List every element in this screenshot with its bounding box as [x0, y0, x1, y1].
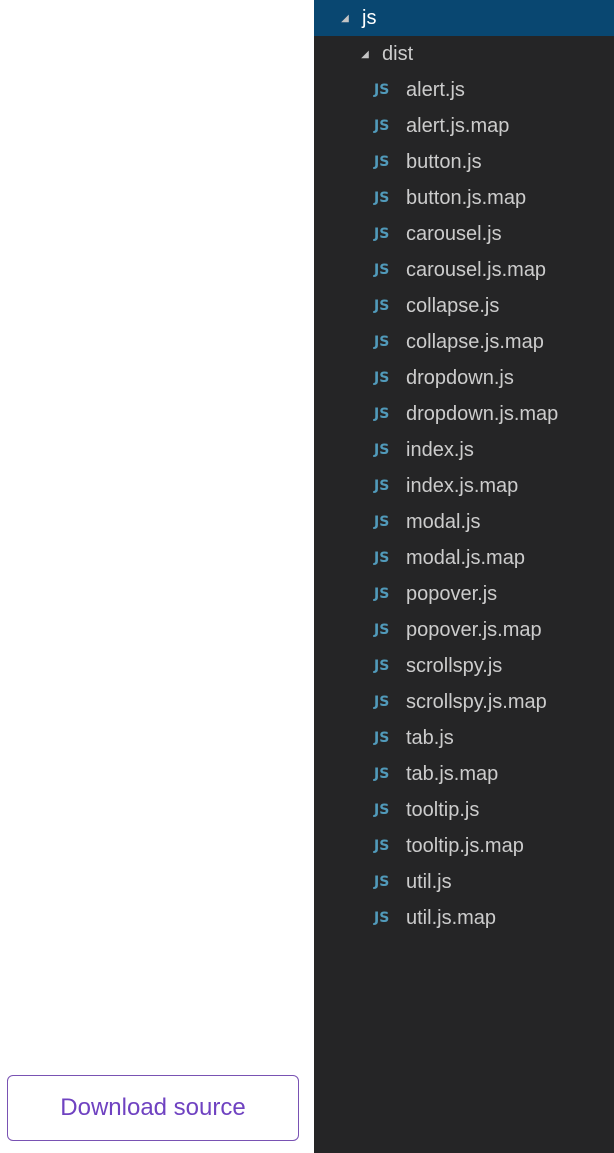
js-file-icon: JS: [374, 514, 390, 530]
js-file-icon: JS: [374, 262, 390, 278]
tree-file-item[interactable]: JS scrollspy.js: [314, 648, 614, 684]
js-file-icon: JS: [374, 586, 390, 602]
tree-file-item[interactable]: JS collapse.js.map: [314, 324, 614, 360]
triangle-down-icon: ◢: [341, 12, 349, 24]
js-file-icon: JS: [374, 406, 390, 422]
tree-file-item[interactable]: JS button.js.map: [314, 180, 614, 216]
js-file-icon: JS: [374, 298, 390, 314]
tree-file-item[interactable]: JS util.js: [314, 864, 614, 900]
folder-label: js: [362, 6, 377, 29]
file-label: dropdown.js: [406, 366, 514, 389]
tree-file-item[interactable]: JS scrollspy.js.map: [314, 684, 614, 720]
js-file-icon: JS: [374, 334, 390, 350]
tree-folder-dist[interactable]: ◢ dist: [314, 36, 614, 72]
js-file-icon: JS: [374, 658, 390, 674]
tree-file-item[interactable]: JS tooltip.js: [314, 792, 614, 828]
js-file-icon: JS: [374, 370, 390, 386]
js-file-icon: JS: [374, 838, 390, 854]
tree-file-item[interactable]: JS tab.js.map: [314, 756, 614, 792]
js-file-icon: JS: [374, 442, 390, 458]
js-file-icon: JS: [374, 550, 390, 566]
file-label: carousel.js.map: [406, 258, 547, 281]
tree-file-item[interactable]: JS util.js.map: [314, 900, 614, 936]
page: ◢ js ◢ dist JS alert.js JS alert.js.map JS bu…: [0, 0, 614, 1153]
tree-file-item[interactable]: JS button.js: [314, 144, 614, 180]
file-label: scrollspy.js.map: [406, 690, 547, 713]
tree-file-item[interactable]: JS alert.js.map: [314, 108, 614, 144]
file-label: tooltip.js: [406, 798, 480, 821]
file-explorer: ◢ js ◢ dist JS alert.js JS alert.js.map JS bu…: [314, 0, 614, 1153]
file-label: button.js: [406, 150, 482, 173]
tree-file-item[interactable]: JS modal.js.map: [314, 540, 614, 576]
file-label: dropdown.js.map: [406, 402, 559, 425]
file-label: modal.js.map: [406, 546, 525, 569]
file-label: collapse.js.map: [406, 330, 544, 353]
js-file-icon: JS: [374, 190, 390, 206]
js-file-icon: JS: [374, 154, 390, 170]
tree-file-item[interactable]: JS collapse.js: [314, 288, 614, 324]
tree-file-item[interactable]: JS index.js: [314, 432, 614, 468]
file-label: tooltip.js.map: [406, 834, 524, 857]
tree-file-item[interactable]: JS popover.js.map: [314, 612, 614, 648]
triangle-down-icon: ◢: [361, 48, 369, 60]
download-source-button[interactable]: Download source: [7, 1075, 299, 1141]
tree-file-item[interactable]: JS carousel.js: [314, 216, 614, 252]
file-label: index.js: [406, 438, 474, 461]
file-label: util.js.map: [406, 906, 497, 929]
tree-file-item[interactable]: JS tooltip.js.map: [314, 828, 614, 864]
js-file-icon: JS: [374, 478, 390, 494]
js-file-icon: JS: [374, 694, 390, 710]
tree-file-item[interactable]: JS modal.js: [314, 504, 614, 540]
file-label: scrollspy.js: [406, 654, 503, 677]
tree-folder-js[interactable]: ◢ js: [314, 0, 614, 36]
js-file-icon: JS: [374, 766, 390, 782]
file-label: tab.js.map: [406, 762, 499, 785]
file-label: index.js.map: [406, 474, 519, 497]
js-file-icon: JS: [374, 226, 390, 242]
folder-label: dist: [382, 42, 414, 65]
js-file-icon: JS: [374, 874, 390, 890]
tree-file-item[interactable]: JS carousel.js.map: [314, 252, 614, 288]
js-file-icon: JS: [374, 730, 390, 746]
js-file-icon: JS: [374, 118, 390, 134]
file-label: popover.js.map: [406, 618, 542, 641]
tree-file-item[interactable]: JS alert.js: [314, 72, 614, 108]
tree-file-item[interactable]: JS index.js.map: [314, 468, 614, 504]
tree-file-item[interactable]: JS dropdown.js: [314, 360, 614, 396]
tree-file-item[interactable]: JS tab.js: [314, 720, 614, 756]
js-file-icon: JS: [374, 802, 390, 818]
file-label: alert.js: [406, 78, 465, 101]
file-label: util.js: [406, 870, 452, 893]
file-label: button.js.map: [406, 186, 527, 209]
js-file-icon: JS: [374, 622, 390, 638]
file-label: collapse.js: [406, 294, 500, 317]
js-file-icon: JS: [374, 910, 390, 926]
file-label: modal.js: [406, 510, 481, 533]
file-label: alert.js.map: [406, 114, 510, 137]
file-label: carousel.js: [406, 222, 502, 245]
file-label: popover.js: [406, 582, 498, 605]
file-label: tab.js: [406, 726, 454, 749]
tree-file-item[interactable]: JS dropdown.js.map: [314, 396, 614, 432]
js-file-icon: JS: [374, 82, 390, 98]
tree-file-item[interactable]: JS popover.js: [314, 576, 614, 612]
